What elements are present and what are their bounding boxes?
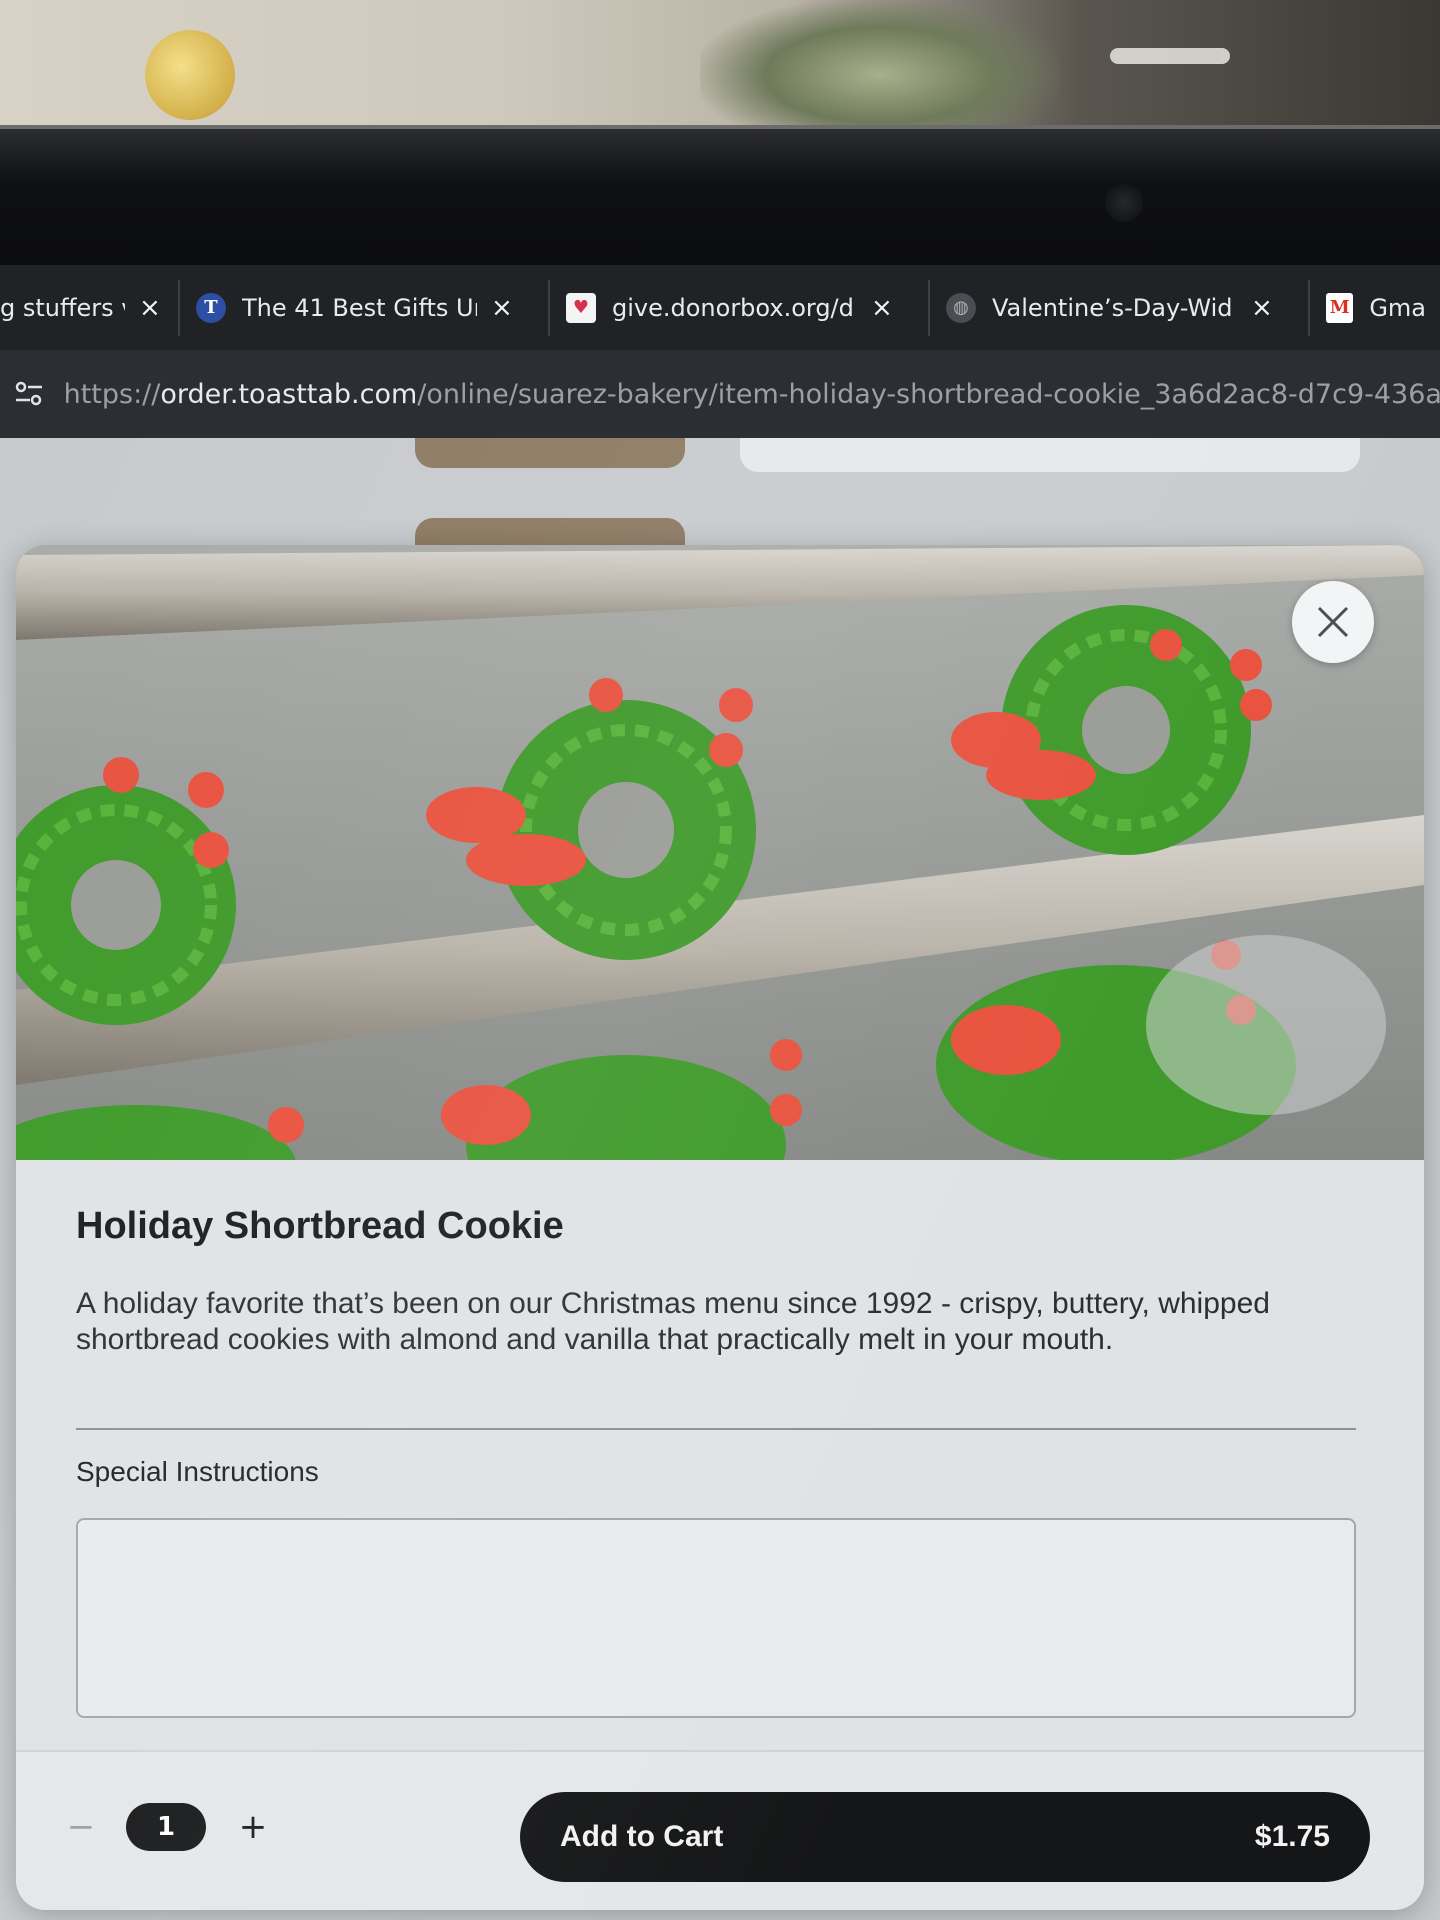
add-to-cart-label: Add to Cart: [560, 1820, 724, 1853]
browser-tab[interactable]: g stuffers v ×: [0, 279, 180, 336]
lamp: [145, 30, 235, 120]
item-modal: Holiday Shortbread Cookie A holiday favo…: [16, 545, 1424, 1910]
tab-title: g stuffers v: [0, 293, 125, 322]
close-icon[interactable]: ×: [491, 293, 513, 323]
menu-card: [415, 438, 685, 468]
item-description: A holiday favorite that’s been on our Ch…: [76, 1287, 1270, 1356]
browser-tab[interactable]: M Gmai: [1310, 280, 1440, 336]
gmail-icon: M: [1326, 292, 1354, 323]
site-settings-icon[interactable]: [10, 374, 48, 414]
divider: [76, 1428, 1356, 1430]
globe-icon: ◍: [946, 292, 976, 323]
close-icon[interactable]: ×: [871, 293, 893, 323]
close-modal-button[interactable]: [1292, 581, 1374, 663]
url-text[interactable]: https://order.toasttab.com/online/suarez…: [64, 379, 1440, 410]
tab-title: Gmai: [1369, 293, 1424, 322]
browser-tab-bar: g stuffers v × T The 41 Best Gifts Und ×…: [0, 265, 1440, 350]
quantity-stepper: − 1 +: [56, 1802, 278, 1852]
webcam: [1105, 184, 1143, 222]
special-instructions-input[interactable]: [76, 1518, 1356, 1718]
url-path: /online/suarez-bakery/item-holiday-short…: [417, 378, 1440, 410]
item-image: [16, 545, 1424, 1160]
donorbox-icon: ♥: [566, 292, 596, 323]
url-prefix: https://: [63, 378, 161, 410]
tab-title: give.donorbox.org/d: [612, 293, 854, 322]
decrease-quantity-button[interactable]: −: [56, 1802, 106, 1852]
close-icon: [1317, 606, 1349, 638]
increase-quantity-button[interactable]: +: [228, 1802, 278, 1852]
background-room: [0, 0, 1440, 130]
browser-tab[interactable]: ♥ give.donorbox.org/d ×: [550, 279, 930, 336]
browser-tab[interactable]: T The 41 Best Gifts Und ×: [180, 279, 550, 336]
close-icon[interactable]: ×: [1251, 293, 1273, 323]
special-instructions-label: Special Instructions: [76, 1456, 319, 1487]
browser-tab[interactable]: ◍ Valentine’s-Day-Wid ×: [930, 279, 1310, 336]
item-details: Holiday Shortbread Cookie A holiday favo…: [76, 1205, 1356, 1722]
item-title: Holiday Shortbread Cookie: [76, 1205, 564, 1247]
address-bar[interactable]: https://order.toasttab.com/online/suarez…: [0, 350, 1440, 438]
tab-title: Valentine’s-Day-Wid: [992, 293, 1233, 322]
ceiling-light: [1110, 48, 1230, 64]
url-host: order.toasttab.com: [160, 378, 418, 410]
item-price: $1.75: [1254, 1820, 1330, 1853]
modal-footer: − 1 + Add to Cart $1.75: [16, 1750, 1424, 1910]
quantity-value: 1: [126, 1803, 206, 1851]
nyt-icon: T: [196, 292, 226, 323]
plant: [700, 0, 1060, 125]
add-to-cart-button[interactable]: Add to Cart $1.75: [520, 1792, 1370, 1882]
menu-card: [740, 438, 1360, 472]
laptop-bezel: [0, 125, 1440, 265]
close-icon[interactable]: ×: [139, 293, 161, 323]
tab-title: The 41 Best Gifts Und: [242, 293, 477, 322]
